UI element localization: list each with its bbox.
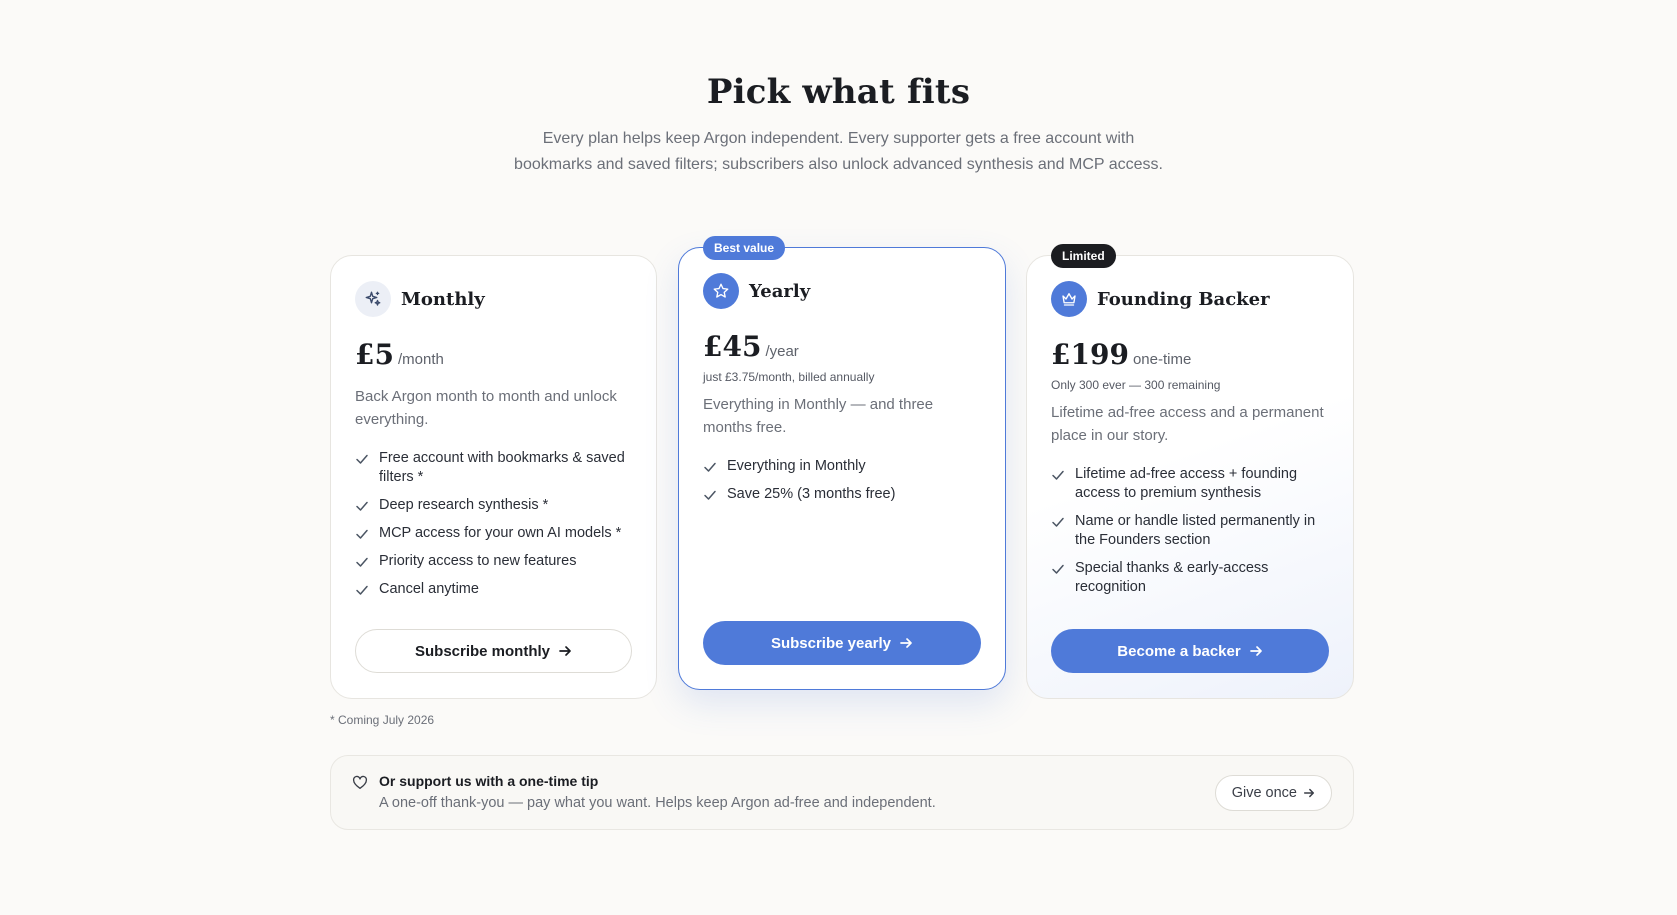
hero: Pick what fits Every plan helps keep Arg… — [0, 72, 1677, 177]
check-icon — [356, 529, 368, 539]
price-row: £5 /month — [355, 338, 632, 372]
best-value-badge: Best value — [703, 236, 786, 260]
check-icon — [356, 501, 368, 511]
feature-text: Everything in Monthly — [727, 458, 866, 474]
price-note: Only 300 ever — 300 remaining — [1051, 378, 1221, 392]
button-label: Subscribe monthly — [414, 642, 551, 660]
footnote: * Coming July 2026 — [330, 713, 435, 727]
plan-price: £5 — [355, 338, 394, 371]
price-note: just £3.75/month, billed annually — [703, 370, 875, 384]
tip-description: A one-off thank-you — pay what you want.… — [379, 795, 936, 811]
become-backer-button[interactable]: Become a backer — [1051, 629, 1329, 673]
plan-description: Everything in Monthly — and three months… — [703, 396, 934, 436]
star-icon — [703, 273, 739, 309]
feature-item: Save 25% (3 months free) — [703, 485, 981, 504]
plan-name: Yearly — [749, 280, 811, 302]
one-time-tip-banner: Or support us with a one-time tip A one-… — [330, 755, 1354, 830]
page-title: Pick what fits — [706, 72, 971, 112]
feature-list: Free account with bookmarks & saved filt… — [355, 449, 632, 599]
price-row: £199 one-time — [1051, 338, 1329, 372]
feature-text: Priority access to new features — [379, 553, 577, 569]
plan-period: /year — [765, 343, 799, 360]
price-row: £45 /year — [703, 330, 981, 364]
feature-item: Priority access to new features — [355, 552, 632, 571]
plan-name: Monthly — [401, 288, 485, 310]
give-once-button[interactable]: Give once — [1214, 775, 1332, 811]
feature-item: Name or handle listed permanently in the… — [1051, 512, 1329, 550]
check-icon — [704, 462, 716, 472]
plan-period: /month — [397, 351, 444, 368]
arrow-right-icon — [899, 636, 913, 650]
tip-title: Or support us with a one-time tip — [379, 773, 599, 789]
plan-card-founding-backer: Limited Founding Backer £199 one-time On… — [1026, 244, 1354, 699]
feature-item: Deep research synthesis * — [355, 496, 632, 515]
feature-item: Cancel anytime — [355, 580, 632, 599]
plan-price: £199 — [1051, 338, 1129, 371]
check-icon — [356, 557, 368, 567]
plan-header: Yearly — [703, 272, 981, 310]
feature-text: Special thanks & early-access recognitio… — [1075, 560, 1269, 595]
feature-text: Free account with bookmarks & saved filt… — [379, 450, 625, 485]
check-icon — [1052, 564, 1064, 574]
plan-name: Founding Backer — [1097, 288, 1270, 310]
heart-icon — [352, 775, 368, 796]
check-icon — [356, 454, 368, 464]
plan-header: Founding Backer — [1051, 280, 1329, 318]
feature-item: Everything in Monthly — [703, 457, 981, 476]
sparkles-icon — [355, 281, 391, 317]
check-icon — [1052, 517, 1064, 527]
plan-description: Back Argon month to month and unlock eve… — [355, 388, 617, 428]
feature-item: Lifetime ad-free access + founding acces… — [1051, 465, 1329, 503]
page-subtitle: Every plan helps keep Argon independent.… — [514, 130, 1163, 173]
plan-period: one-time — [1132, 351, 1192, 368]
plan-card-yearly: Best value Yearly £45 /year just £3.75/m… — [678, 236, 1006, 690]
check-icon — [1052, 470, 1064, 480]
feature-text: Lifetime ad-free access + founding acces… — [1075, 466, 1298, 501]
limited-badge: Limited — [1051, 244, 1116, 268]
arrow-right-icon — [558, 644, 572, 658]
feature-text: Name or handle listed permanently in the… — [1075, 513, 1316, 548]
crown-icon — [1051, 281, 1087, 317]
subscribe-yearly-button[interactable]: Subscribe yearly — [703, 621, 981, 665]
pricing-page: Pick what fits Every plan helps keep Arg… — [0, 0, 1677, 915]
subscribe-monthly-button[interactable]: Subscribe monthly — [355, 629, 632, 673]
feature-item: MCP access for your own AI models * — [355, 524, 632, 543]
feature-text: Save 25% (3 months free) — [727, 486, 896, 502]
feature-list: Lifetime ad-free access + founding acces… — [1051, 465, 1329, 597]
button-label: Subscribe yearly — [770, 634, 892, 652]
feature-text: MCP access for your own AI models * — [379, 525, 622, 541]
arrow-right-icon — [1303, 787, 1315, 799]
feature-list: Everything in Monthly Save 25% (3 months… — [703, 457, 981, 504]
plan-header: Monthly — [355, 280, 632, 318]
button-label: Give once — [1231, 785, 1297, 801]
feature-item: Free account with bookmarks & saved filt… — [355, 449, 632, 487]
plan-description: Lifetime ad-free access and a permanent … — [1051, 404, 1324, 444]
check-icon — [356, 585, 368, 595]
feature-item: Special thanks & early-access recognitio… — [1051, 559, 1329, 597]
plan-price: £45 — [703, 330, 762, 363]
feature-text: Cancel anytime — [379, 581, 479, 597]
button-label: Become a backer — [1117, 642, 1241, 660]
check-icon — [704, 490, 716, 500]
feature-text: Deep research synthesis * — [379, 497, 549, 513]
arrow-right-icon — [1249, 644, 1263, 658]
plan-card-monthly: Monthly £5 /month Back Argon month to mo… — [330, 255, 657, 699]
